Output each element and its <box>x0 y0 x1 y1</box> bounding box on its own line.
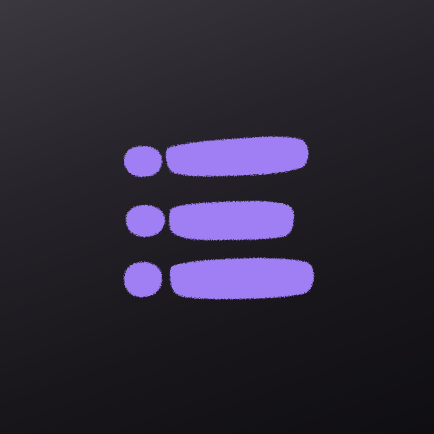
app-icon <box>0 0 434 434</box>
list-icon <box>124 136 314 299</box>
list-bullet-2 <box>126 205 165 237</box>
list-bar-2 <box>169 201 294 240</box>
list-bullet-3 <box>124 262 162 297</box>
list-bar-1 <box>165 136 309 177</box>
list-bar-3 <box>169 258 314 299</box>
list-bullet-1 <box>124 146 162 177</box>
